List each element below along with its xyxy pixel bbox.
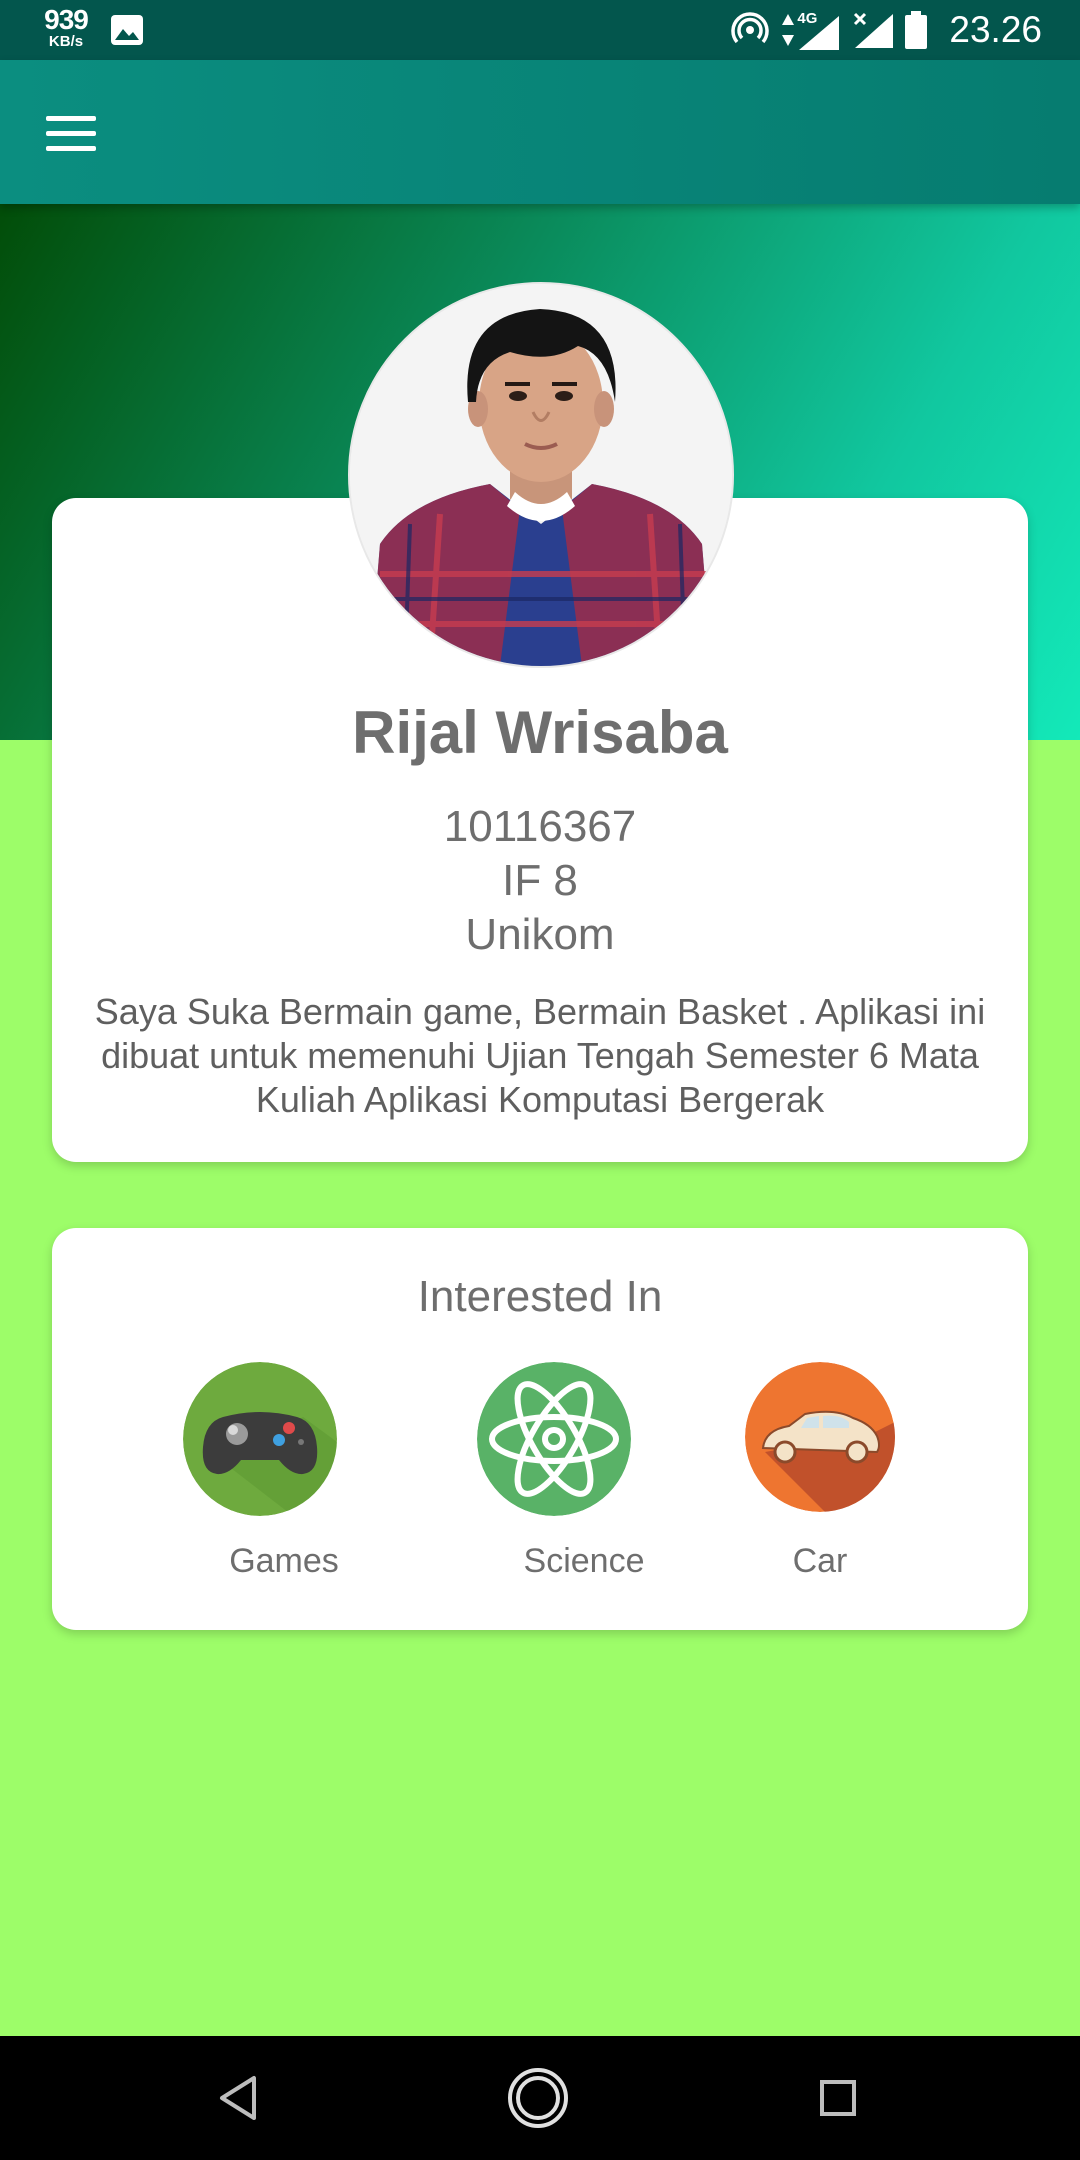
car-icon (745, 1362, 895, 1512)
signal-strength-icon (799, 16, 840, 50)
app-bar (0, 60, 1080, 204)
interest-games[interactable]: Games (180, 1362, 340, 1582)
profile-name: Rijal Wrisaba (352, 699, 728, 766)
home-circle-icon[interactable] (506, 2066, 570, 2130)
campus-label: Unikom (465, 910, 615, 959)
interest-games-label: Games (229, 1542, 339, 1580)
recents-square-icon[interactable] (806, 2066, 870, 2130)
profile-avatar (348, 282, 734, 668)
interests-card: Interested In Games Science Car (52, 1228, 1028, 1630)
data-arrows-icon (782, 14, 795, 46)
clock: 23.26 (949, 9, 1042, 50)
status-icons: 4G 23.26 (731, 0, 1042, 60)
person-photo (350, 284, 732, 666)
class-label: IF 8 (502, 856, 578, 905)
hotspot-icon (731, 12, 770, 44)
interest-science[interactable]: Science (474, 1362, 644, 1582)
network-speed: 939 KB/s (42, 4, 90, 50)
gamepad-icon (183, 1362, 337, 1516)
network-speed-unit: KB/s (48, 33, 84, 50)
network-speed-value: 939 (44, 4, 89, 35)
student-id: 10116367 (443, 802, 637, 851)
interest-car-label: Car (792, 1542, 848, 1580)
signal-no-service-icon (854, 12, 894, 48)
interests-title: Interested In (417, 1272, 663, 1321)
hamburger-menu-icon[interactable] (34, 112, 108, 156)
profile-bio: Saya Suka Bermain game, Bermain Basket .… (94, 991, 986, 1120)
system-navigation-bar (0, 2036, 1080, 2160)
atom-icon (477, 1362, 631, 1516)
battery-icon (905, 11, 928, 49)
interest-science-label: Science (523, 1542, 645, 1580)
back-triangle-icon[interactable] (208, 2066, 272, 2130)
image-notification-icon (111, 15, 143, 45)
interest-car[interactable]: Car (740, 1362, 900, 1582)
status-bar: 939 KB/s 4G 23.26 (0, 0, 1080, 60)
signal-4g: 4G (781, 10, 841, 50)
